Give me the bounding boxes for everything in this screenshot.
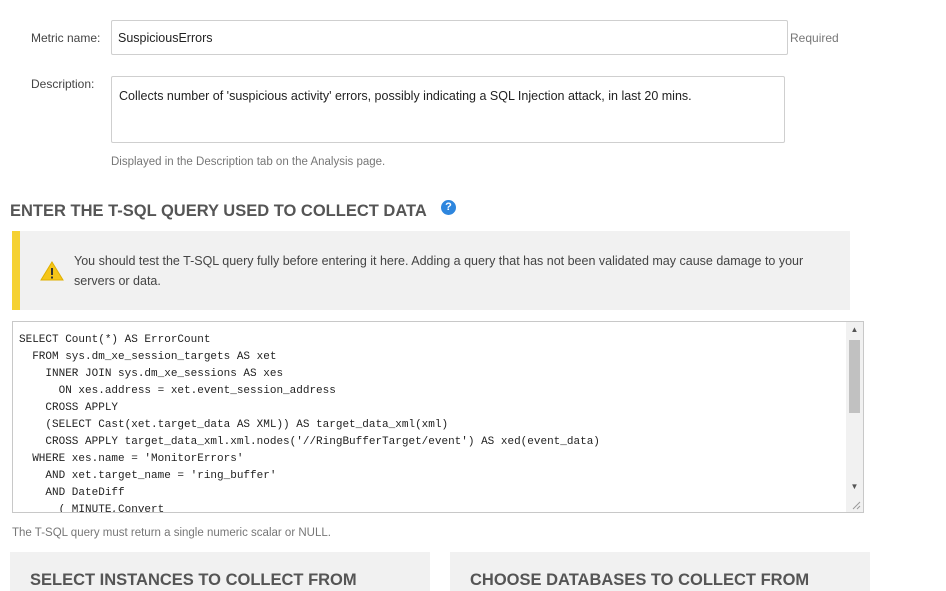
warning-callout: You should test the T-SQL query fully be… (12, 231, 850, 310)
description-label: Description: (31, 77, 95, 91)
description-textarea[interactable]: Collects number of 'suspicious activity'… (111, 76, 785, 143)
metric-name-label: Metric name: (31, 31, 101, 45)
choose-databases-title: CHOOSE DATABASES TO COLLECT FROM (470, 571, 810, 589)
resize-grip-icon[interactable] (851, 500, 861, 510)
select-instances-panel: SELECT INSTANCES TO COLLECT FROM (10, 552, 430, 591)
description-text: Collects number of 'suspicious activity'… (119, 89, 692, 103)
question-circle-icon[interactable]: ? (441, 200, 456, 215)
scroll-up-arrow-icon[interactable]: ▲ (846, 322, 863, 338)
warning-triangle-icon (40, 261, 64, 281)
scroll-down-arrow-icon[interactable]: ▼ (846, 479, 863, 495)
scroll-thumb[interactable] (849, 340, 860, 413)
metric-name-input[interactable] (111, 20, 788, 55)
select-instances-title: SELECT INSTANCES TO COLLECT FROM (30, 571, 357, 589)
vertical-scrollbar[interactable]: ▲ ▼ (846, 322, 863, 512)
query-section-title: ENTER THE T-SQL QUERY USED TO COLLECT DA… (10, 202, 427, 220)
choose-databases-panel: CHOOSE DATABASES TO COLLECT FROM (450, 552, 870, 591)
sql-query-editor[interactable]: SELECT Count(*) AS ErrorCount FROM sys.d… (12, 321, 864, 513)
query-hint: The T-SQL query must return a single num… (12, 527, 331, 539)
warning-text: You should test the T-SQL query fully be… (74, 254, 804, 288)
description-hint: Displayed in the Description tab on the … (111, 156, 386, 168)
sql-query-text: SELECT Count(*) AS ErrorCount FROM sys.d… (19, 334, 600, 513)
required-indicator: Required (790, 31, 839, 45)
